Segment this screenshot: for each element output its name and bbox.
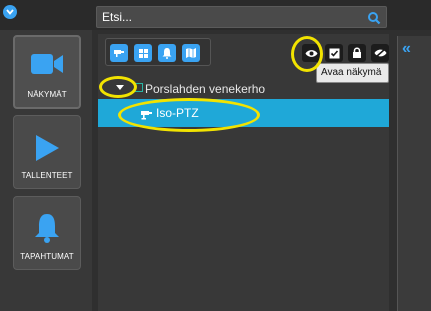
nav-label-views: NÄKYMÄT	[27, 90, 67, 99]
right-bar-header	[389, 0, 431, 30]
bell-icon	[162, 48, 172, 59]
select-view-button[interactable]	[325, 44, 343, 62]
camera-icon	[114, 50, 124, 57]
nav-button-events[interactable]: TAPAHTUMAT	[13, 196, 81, 270]
right-collapse-panel	[397, 36, 431, 311]
camera-filter-button[interactable]	[110, 44, 128, 62]
double-chevron-left-icon[interactable]: «	[402, 40, 411, 58]
play-icon	[34, 134, 60, 167]
search-input[interactable]: Etsi...	[96, 6, 387, 28]
open-view-button[interactable]	[302, 44, 320, 62]
check-icon	[329, 48, 339, 58]
eye-icon	[305, 49, 317, 57]
tree-group-label: Porslahden venekerho	[145, 82, 266, 96]
chevron-down-icon[interactable]	[3, 5, 17, 19]
eye-slash-icon	[374, 48, 386, 58]
bell-icon	[34, 213, 60, 248]
map-icon	[186, 48, 196, 58]
folder-icon	[134, 83, 143, 92]
nav-label-events: TAPAHTUMAT	[20, 252, 74, 261]
search-input-text: Etsi...	[102, 10, 133, 24]
lock-icon	[353, 47, 361, 58]
grid-icon	[138, 48, 148, 58]
lock-view-button[interactable]	[348, 44, 366, 62]
app-window: Etsi... NÄKYMÄT TALLENTEET TAPAHTUMAT Po…	[0, 0, 431, 311]
tree-camera-row[interactable]: Iso-PTZ	[98, 99, 389, 127]
tree-camera-label: Iso-PTZ	[156, 106, 199, 120]
top-bar: Etsi...	[0, 0, 431, 30]
grid-filter-button[interactable]	[134, 44, 152, 62]
nav-button-views[interactable]: NÄKYMÄT	[13, 35, 81, 109]
alarm-filter-button[interactable]	[158, 44, 176, 62]
camera-icon	[140, 107, 153, 125]
map-filter-button[interactable]	[182, 44, 200, 62]
caret-down-icon[interactable]	[116, 85, 124, 90]
video-camera-icon	[31, 53, 63, 80]
left-sidebar: NÄKYMÄT TALLENTEET TAPAHTUMAT	[0, 30, 92, 311]
tooltip: Avaa näkymä	[316, 63, 389, 83]
search-icon[interactable]	[367, 11, 381, 25]
nav-button-recordings[interactable]: TALLENTEET	[13, 115, 81, 189]
nav-label-recordings: TALLENTEET	[21, 171, 73, 180]
hide-view-button[interactable]	[371, 44, 389, 62]
